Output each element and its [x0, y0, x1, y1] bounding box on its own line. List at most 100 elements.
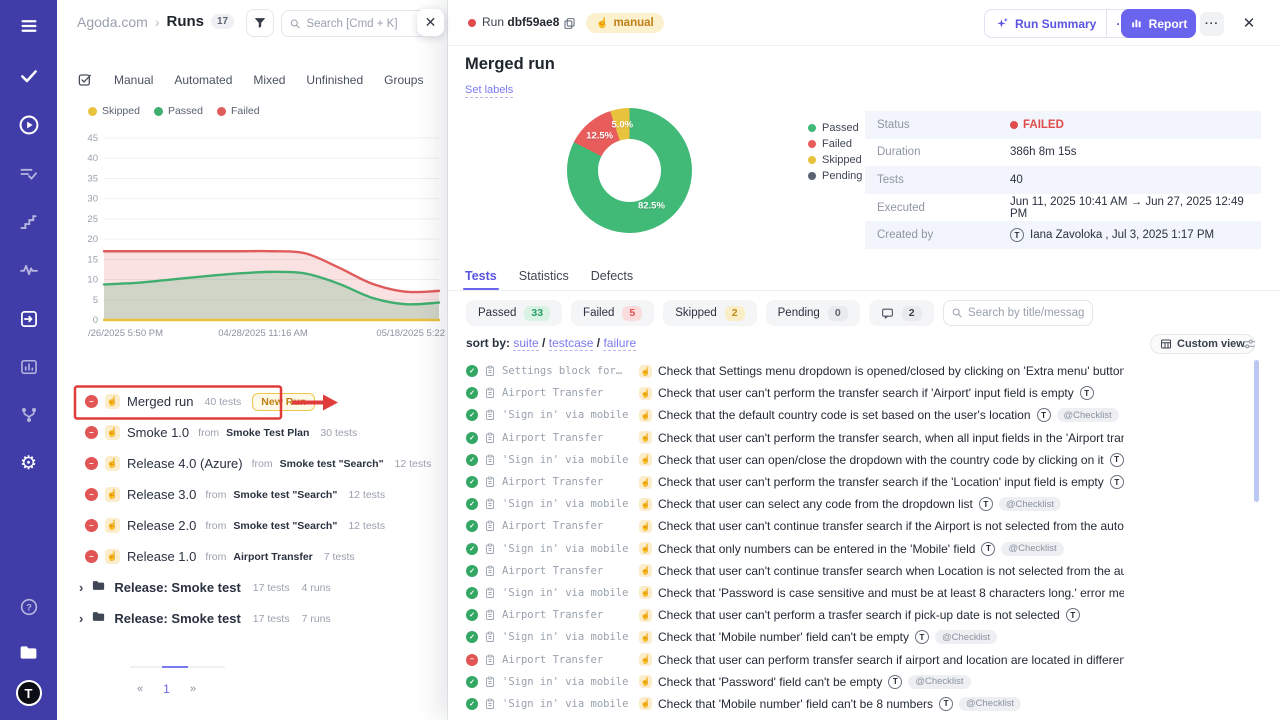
tests-search-input[interactable] [968, 307, 1084, 319]
view-settings-icon[interactable] [1242, 337, 1256, 356]
sort-by-failure[interactable]: failure [603, 336, 636, 351]
filter-button[interactable] [246, 9, 274, 37]
runs-icon[interactable] [0, 111, 57, 139]
tab-manual[interactable]: Manual [114, 73, 153, 87]
run-plan-name[interactable]: Smoke test "Search" [280, 458, 384, 470]
test-row[interactable]: ✓'Sign in' via mobile☝Check that 'Mobile… [466, 693, 1124, 715]
projects-folder-icon[interactable] [0, 638, 57, 666]
page-prev[interactable]: « [137, 683, 143, 695]
test-title[interactable]: Check that 'Password is case sensitive a… [658, 586, 1124, 600]
activity-icon[interactable] [0, 256, 57, 284]
test-row[interactable]: ✓Airport Transfer☝Check that user can't … [466, 471, 1124, 493]
reports-icon[interactable] [0, 353, 57, 381]
tab-unfinished[interactable]: Unfinished [306, 73, 363, 87]
tab-defects[interactable]: Defects [591, 269, 633, 283]
comments-chip[interactable]: 2 [869, 300, 934, 326]
breadcrumb-project[interactable]: Agoda.com [77, 14, 148, 30]
test-row[interactable]: –Airport Transfer☝Check that user can pe… [466, 648, 1124, 670]
sort-by-suite[interactable]: suite [513, 336, 538, 351]
more-actions-button[interactable]: ··· [1200, 12, 1224, 36]
report-button[interactable]: Report [1121, 9, 1196, 38]
chevron-right-icon[interactable]: › [79, 611, 83, 626]
test-title[interactable]: Check that user can't perform a trasfer … [658, 608, 1060, 622]
tab-groups[interactable]: Groups [384, 73, 423, 87]
test-row[interactable]: ✓'Sign in' via mobile☝Check that 'Mobile… [466, 626, 1124, 648]
test-title[interactable]: Check that the default country code is s… [658, 408, 1031, 422]
run-name[interactable]: Release 1.0 [127, 549, 196, 564]
menu-icon[interactable] [0, 12, 57, 40]
run-name[interactable]: Merged run [127, 394, 193, 409]
modal-close-button[interactable]: ✕ [1239, 13, 1259, 33]
test-row[interactable]: ✓Airport Transfer☝Check that user can't … [466, 515, 1124, 537]
test-row[interactable]: ✓'Sign in' via mobile☝Check that 'Passwo… [466, 582, 1124, 604]
help-icon[interactable]: ? [0, 593, 57, 621]
run-name[interactable]: Smoke 1.0 [127, 425, 189, 440]
run-plan-name[interactable]: Smoke test "Search" [233, 489, 337, 501]
test-row[interactable]: ✓'Sign in' via mobile☝Check that the def… [466, 404, 1124, 426]
filter-chip-failed[interactable]: Failed5 [571, 300, 654, 326]
run-row[interactable]: –☝Release 3.0fromSmoke test "Search"12 t… [57, 479, 448, 510]
run-folder-row[interactable]: ›Release: Smoke test17 tests4 runs [57, 572, 448, 603]
test-title[interactable]: Check that user can't perform the transf… [658, 475, 1104, 489]
test-title[interactable]: Check that 'Password' field can't be emp… [658, 675, 882, 689]
tests-scrollbar[interactable] [1254, 360, 1259, 502]
folder-name[interactable]: Release: Smoke test [114, 611, 240, 626]
test-row[interactable]: ✓'Sign in' via mobile☝Check that only nu… [466, 538, 1124, 560]
panel-close-button[interactable]: ✕ [417, 9, 444, 36]
run-row[interactable]: –☝Release 2.0fromSmoke test "Search"12 t… [57, 510, 448, 541]
test-title[interactable]: Check that 'Mobile number' field can't b… [658, 697, 933, 711]
test-row[interactable]: ✓Airport Transfer☝Check that user can't … [466, 427, 1124, 449]
test-row[interactable]: ✓Airport Transfer☝Check that user can't … [466, 382, 1124, 404]
select-runs-icon[interactable] [77, 72, 93, 88]
filter-chip-pending[interactable]: Pending0 [766, 300, 860, 326]
test-title[interactable]: Check that user can't continue transfer … [658, 519, 1124, 533]
copy-run-id-button[interactable] [560, 14, 578, 32]
sort-by-testcase[interactable]: testcase [549, 336, 594, 351]
filter-chip-passed[interactable]: Passed33 [466, 300, 562, 326]
folder-name[interactable]: Release: Smoke test [114, 580, 240, 595]
runs-search[interactable] [281, 10, 428, 37]
run-row[interactable]: –☝Release 4.0 (Azure)fromSmoke test "Sea… [57, 448, 448, 479]
run-row[interactable]: –☝Release 1.0fromAirport Transfer7 tests [57, 541, 448, 572]
run-name[interactable]: Release 4.0 (Azure) [127, 456, 243, 471]
test-row[interactable]: ✓Airport Transfer☝Check that user can't … [466, 560, 1124, 582]
run-folder-row[interactable]: ›Release: Smoke test17 tests7 runs [57, 603, 448, 634]
run-plan-name[interactable]: Smoke Test Plan [226, 427, 309, 439]
test-plans-icon[interactable] [0, 160, 57, 188]
test-title[interactable]: Check that 'Mobile number' field can't b… [658, 630, 909, 644]
test-row[interactable]: ✓'Sign in' via mobile☝Check that 'Passwo… [466, 671, 1124, 693]
tab-mixed[interactable]: Mixed [253, 73, 285, 87]
page-next[interactable]: » [190, 683, 196, 695]
filter-chip-skipped[interactable]: Skipped2 [663, 300, 756, 326]
requirements-icon[interactable] [0, 305, 57, 333]
custom-view-button[interactable]: Custom view [1150, 334, 1255, 354]
user-avatar[interactable]: T [0, 679, 57, 707]
test-title[interactable]: Check that Settings menu dropdown is ope… [658, 364, 1124, 378]
run-plan-name[interactable]: Smoke test "Search" [233, 520, 337, 532]
test-row[interactable]: ✓'Sign in' via mobile☝Check that user ca… [466, 449, 1124, 471]
run-summary-button[interactable]: Run Summary ··· [984, 9, 1141, 38]
runs-search-input[interactable] [306, 18, 419, 30]
page-current[interactable]: 1 [163, 682, 170, 696]
test-title[interactable]: Check that user can't perform the transf… [658, 431, 1124, 445]
test-row[interactable]: ✓'Sign in' via mobile☝Check that user ca… [466, 493, 1124, 515]
run-row[interactable]: –☝Merged run40 testsNew Run [57, 386, 448, 417]
tab-automated[interactable]: Automated [174, 73, 232, 87]
tab-tests[interactable]: Tests [465, 269, 497, 283]
run-row[interactable]: –☝Smoke 1.0fromSmoke Test Plan30 tests [57, 417, 448, 448]
traceability-icon[interactable] [0, 401, 57, 429]
test-title[interactable]: Check that user can perform transfer sea… [658, 653, 1124, 667]
test-title[interactable]: Check that user can't continue transfer … [658, 564, 1124, 578]
run-name[interactable]: Release 2.0 [127, 518, 196, 533]
set-labels-link[interactable]: Set labels [465, 84, 513, 98]
test-title[interactable]: Check that user can't perform the transf… [658, 386, 1074, 400]
run-name[interactable]: Release 3.0 [127, 487, 196, 502]
test-title[interactable]: Check that user can select any code from… [658, 497, 973, 511]
tab-statistics[interactable]: Statistics [519, 269, 569, 283]
run-plan-name[interactable]: Airport Transfer [233, 551, 312, 563]
test-row[interactable]: ✓Airport Transfer☝Check that user can't … [466, 604, 1124, 626]
test-cases-icon[interactable] [0, 62, 57, 90]
test-title[interactable]: Check that user can open/close the dropd… [658, 453, 1104, 467]
tests-search[interactable] [943, 300, 1093, 326]
test-title[interactable]: Check that only numbers can be entered i… [658, 542, 975, 556]
